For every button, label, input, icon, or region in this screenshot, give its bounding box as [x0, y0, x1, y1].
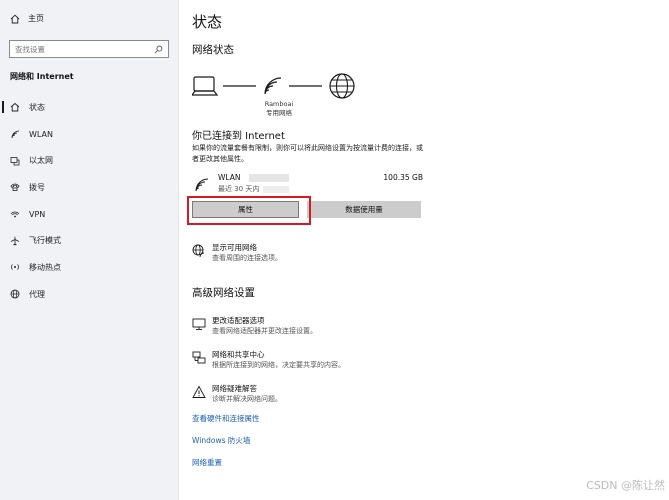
hardware-properties-link[interactable]: 查看硬件和连接属性: [192, 413, 260, 424]
sidebar-item-label: 飞行模式: [29, 236, 61, 246]
sidebar-item-wlan[interactable]: WLAN: [0, 121, 179, 148]
status-description: 如果你的流量套餐有限制，则你可以将此网络设置为按流量计费的连接，或者更改其他属性…: [192, 144, 423, 163]
sidebar-nav: 状态 WLAN 以太网 拨号 VPN 飞行模式 移动热点 代理: [0, 94, 179, 308]
sharing-center-title: 网络和共享中心: [212, 350, 265, 359]
watermark: CSDN @陈让然: [586, 479, 665, 492]
wifi-signal-icon: [195, 178, 209, 192]
connection-name: WLAN: [218, 173, 289, 182]
show-networks-title: 显示可用网络: [212, 243, 257, 252]
network-reset-link[interactable]: 网络重置: [192, 457, 222, 468]
sidebar-item-hotspot[interactable]: 移动热点: [0, 254, 179, 281]
data-usage-amount: 100.35 GB: [383, 173, 423, 182]
connection-name-label: WLAN: [218, 173, 241, 182]
page-title: 状态: [192, 13, 223, 31]
sidebar-item-status[interactable]: 状态: [0, 94, 179, 121]
data-usage-button[interactable]: 数据使用量: [307, 201, 421, 218]
troubleshoot-link[interactable]: 网络疑难解答 诊断并解决网络问题。: [192, 384, 282, 404]
sidebar-item-vpn[interactable]: VPN: [0, 201, 179, 228]
sidebar-item-label: 以太网: [29, 156, 53, 166]
advanced-heading: 高级网络设置: [192, 287, 255, 299]
connected-status: 你已连接到 Internet: [192, 131, 285, 142]
sidebar-item-label: 移动热点: [29, 262, 61, 272]
sidebar-item-label: 拨号: [29, 182, 45, 192]
warning-icon: [192, 385, 206, 398]
search-box[interactable]: [9, 40, 169, 58]
adapter-options-link[interactable]: 更改适配器选项 查看网络适配器并更改连接设置。: [192, 316, 317, 336]
sharing-center-subtitle: 根据所连接到的网络，决定要共享的内容。: [212, 361, 345, 369]
show-networks-link[interactable]: 显示可用网络 查看周围的连接选项。: [192, 243, 282, 263]
network-status-heading: 网络状态: [192, 44, 234, 56]
network-ssid: Ramboai 专用网络: [259, 100, 299, 118]
redacted-block: [263, 185, 290, 193]
search-input[interactable]: [15, 44, 154, 54]
ssid-type: 专用网络: [266, 109, 292, 117]
sidebar-item-label: WLAN: [29, 129, 54, 139]
wifi-router-icon: [264, 77, 282, 95]
hotspot-icon: [10, 262, 20, 272]
search-icon[interactable]: [154, 45, 163, 54]
laptop-icon: [192, 76, 219, 96]
main-content: 状态 网络状态 Ramboai 专用网络 你已连接到 Internet 如果你的…: [192, 0, 662, 500]
adapter-options-title: 更改适配器选项: [212, 316, 265, 325]
home-status-icon: [10, 102, 20, 112]
show-networks-subtitle: 查看周围的连接选项。: [212, 254, 282, 262]
sidebar-item-label: VPN: [29, 209, 46, 219]
sidebar-item-ethernet[interactable]: 以太网: [0, 147, 179, 174]
home-link[interactable]: 主页: [10, 13, 44, 24]
sidebar-item-proxy[interactable]: 代理: [0, 281, 179, 308]
troubleshoot-subtitle: 诊断并解决网络问题。: [212, 395, 282, 403]
firewall-link[interactable]: Windows 防火墙: [192, 435, 250, 446]
network-share-icon: [192, 351, 206, 364]
troubleshoot-title: 网络疑难解答: [212, 384, 257, 393]
redacted-block: [248, 174, 289, 182]
internet-globe-icon: [329, 73, 355, 99]
vpn-icon: [10, 209, 20, 219]
globe-network-icon: [192, 244, 205, 258]
adapter-options-subtitle: 查看网络适配器并更改连接设置。: [212, 327, 317, 335]
connection-period: 最近 30 天内: [218, 184, 290, 194]
connection-row: WLAN 最近 30 天内 100.35 GB: [192, 172, 424, 194]
sidebar-item-label: 代理: [29, 289, 45, 299]
wifi-icon: [10, 129, 20, 139]
ethernet-icon: [10, 156, 20, 166]
sidebar-item-label: 状态: [29, 102, 45, 112]
sidebar-item-airplane[interactable]: 飞行模式: [0, 227, 179, 254]
airplane-icon: [10, 236, 20, 246]
sidebar-item-dialup[interactable]: 拨号: [0, 174, 179, 201]
highlight-box: [187, 196, 311, 225]
connection-period-label: 最近 30 天内: [218, 185, 260, 193]
home-label: 主页: [28, 14, 44, 23]
globe-icon: [10, 289, 20, 299]
sidebar: 主页 网络和 Internet 状态 WLAN 以太网 拨号 VPN 飞行模式: [0, 0, 179, 500]
monitor-adapter-icon: [192, 318, 206, 330]
home-icon: [10, 14, 20, 23]
section-title: 网络和 Internet: [10, 72, 74, 81]
sharing-center-link[interactable]: 网络和共享中心 根据所连接到的网络，决定要共享的内容。: [192, 350, 345, 370]
ssid-name: Ramboai: [264, 100, 294, 108]
dialup-icon: [10, 182, 20, 192]
